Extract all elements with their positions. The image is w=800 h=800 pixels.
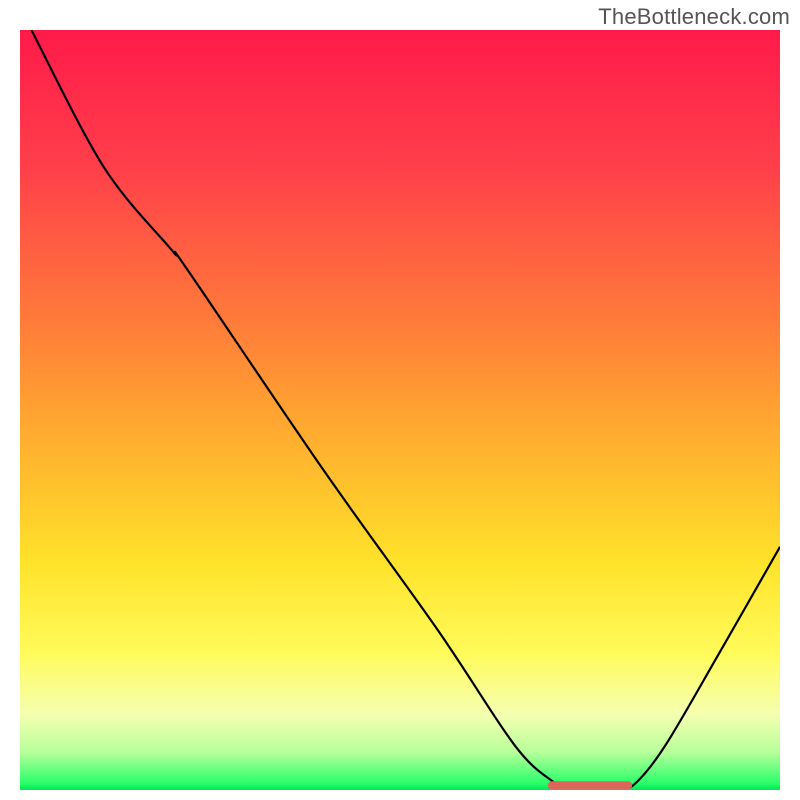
chart-container xyxy=(20,30,780,790)
chart-svg xyxy=(20,30,780,790)
chart-background xyxy=(20,30,780,790)
watermark-text: TheBottleneck.com xyxy=(598,4,790,30)
